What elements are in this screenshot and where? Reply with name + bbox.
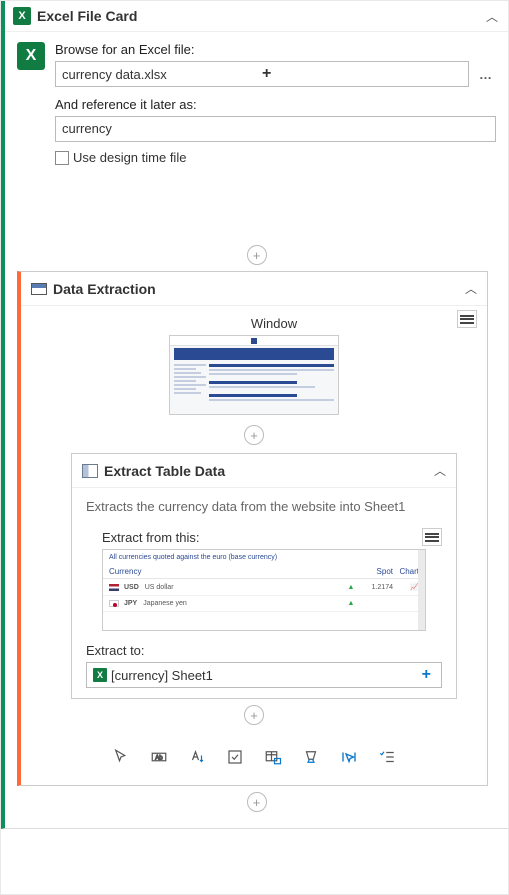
window-icon [31, 283, 47, 295]
excel-card-body: X Browse for an Excel file: currency dat… [5, 32, 508, 169]
currency-name: US dollar [145, 584, 174, 591]
table-preview-caption: All currencies quoted against the euro (… [103, 550, 425, 565]
extract-table-header[interactable]: Extract Table Data ︿ [72, 454, 456, 488]
table-select-icon[interactable] [263, 747, 283, 767]
table-preview-thumbnail[interactable]: All currencies quoted against the euro (… [102, 549, 426, 631]
window-screenshot-thumbnail[interactable] [169, 335, 339, 415]
add-activity-button[interactable]: + [244, 705, 264, 725]
collapse-chevron-icon[interactable]: ︿ [486, 8, 498, 25]
currency-code: USD [124, 584, 139, 591]
file-input-row: currency data.xlsx + … [55, 61, 496, 87]
extract-to-input[interactable]: X [currency] Sheet1 + [86, 662, 442, 688]
design-time-checkbox-row[interactable]: Use design time file [55, 150, 496, 165]
cursor-bracket-icon[interactable] [339, 747, 359, 767]
highlighter-icon[interactable] [301, 747, 321, 767]
extract-to-plus-icon[interactable]: + [418, 666, 435, 684]
arrow-up-icon: ▲ [339, 600, 363, 607]
flag-icon [109, 584, 119, 591]
col-chart: Chart [393, 567, 419, 576]
excel-fields: Browse for an Excel file: currency data.… [55, 42, 496, 169]
window-section: Window [21, 306, 487, 415]
add-activity-button[interactable]: + [247, 792, 267, 812]
data-extraction-title: Data Extraction [53, 281, 465, 297]
collapse-chevron-icon[interactable]: ︿ [465, 280, 477, 297]
collapse-chevron-icon[interactable]: ︿ [434, 462, 446, 479]
extract-table-title: Extract Table Data [104, 463, 434, 479]
file-path-value: currency data.xlsx [62, 67, 258, 82]
reference-label: And reference it later as: [55, 97, 496, 112]
reference-input[interactable]: currency [55, 116, 496, 142]
data-extraction-header[interactable]: Data Extraction ︿ [21, 272, 487, 306]
data-extraction-body: Window [21, 306, 487, 785]
table-row: USD US dollar ▲ 1.2174 📈 [103, 579, 425, 596]
text-box-icon[interactable]: Ab [149, 747, 169, 767]
extract-to-label: Extract to: [86, 643, 442, 658]
excel-card-title: Excel File Card [37, 8, 486, 24]
activity-toolbar: Ab [21, 731, 487, 775]
extract-table-body: Extracts the currency data from the webs… [72, 488, 456, 698]
currency-name: Japanese yen [143, 600, 187, 607]
file-path-input[interactable]: currency data.xlsx + [55, 61, 469, 87]
extract-from-menu-button[interactable] [422, 528, 442, 546]
data-extraction-card: Data Extraction ︿ Window [17, 271, 488, 786]
window-label: Window [21, 316, 487, 331]
table-icon [82, 464, 98, 478]
excel-file-card: X Excel File Card ︿ X Browse for an Exce… [1, 1, 508, 829]
window-menu-button[interactable] [457, 310, 477, 328]
table-preview-header-row: Currency Spot Chart [103, 565, 425, 579]
add-activity-button[interactable]: + [244, 425, 264, 445]
flag-icon [109, 600, 119, 607]
excel-sheet-icon: X [93, 668, 107, 682]
checkbox-icon[interactable] [225, 747, 245, 767]
font-download-icon[interactable] [187, 747, 207, 767]
table-row: JPY Japanese yen ▲ [103, 596, 425, 612]
extract-table-data-card: Extract Table Data ︿ Extracts the curren… [71, 453, 457, 699]
excel-large-icon: X [17, 42, 45, 70]
col-spot: Spot [363, 567, 393, 576]
extract-table-description: Extracts the currency data from the webs… [86, 498, 442, 516]
spot-value: 1.2174 [363, 584, 393, 591]
design-time-label: Use design time file [73, 150, 186, 165]
excel-card-header[interactable]: X Excel File Card ︿ [5, 1, 508, 32]
col-currency: Currency [109, 567, 339, 576]
checklist-icon[interactable] [377, 747, 397, 767]
add-file-plus-icon[interactable]: + [258, 65, 462, 83]
arrow-up-icon: ▲ [339, 584, 363, 591]
chart-icon: 📈 [393, 583, 419, 591]
browse-label: Browse for an Excel file: [55, 42, 496, 57]
reference-value: currency [62, 121, 112, 136]
svg-text:Ab: Ab [155, 755, 163, 761]
extract-from-block: Extract from this: All currencies quoted… [86, 530, 442, 631]
excel-icon: X [13, 7, 31, 25]
extract-to-value: [currency] Sheet1 [111, 668, 418, 683]
design-time-checkbox[interactable] [55, 151, 69, 165]
currency-code: JPY [124, 600, 137, 607]
cursor-icon[interactable] [111, 747, 131, 767]
add-activity-button[interactable]: + [247, 245, 267, 265]
extract-from-label: Extract from this: [102, 530, 426, 545]
browse-ellipsis-button[interactable]: … [475, 67, 496, 82]
col-arrow [339, 567, 363, 576]
